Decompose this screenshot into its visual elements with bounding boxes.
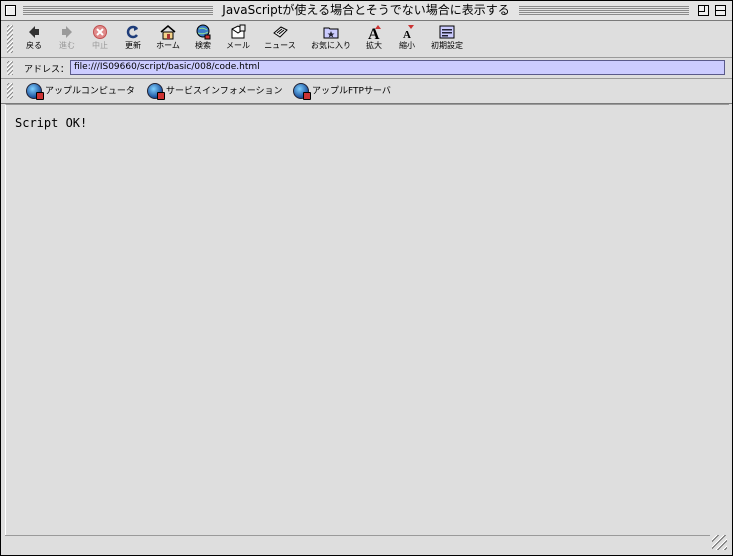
text-smaller-icon: A — [399, 24, 415, 41]
favorites-label: お気に入り — [311, 41, 351, 50]
text-smaller-label: 縮小 — [399, 41, 415, 50]
status-bar — [5, 535, 710, 550]
preferences-label: 初期設定 — [431, 41, 463, 50]
svg-text:A: A — [403, 29, 411, 40]
forward-label: 進む — [59, 41, 75, 50]
forward-button[interactable]: 進む — [51, 24, 83, 52]
home-button[interactable]: ホーム — [152, 24, 184, 52]
preferences-icon — [439, 24, 455, 40]
globe-icon — [293, 83, 311, 100]
address-grip[interactable] — [7, 61, 13, 75]
title-stripes-left — [23, 5, 213, 16]
globe-icon — [26, 83, 44, 100]
text-smaller-button[interactable]: A 縮小 — [391, 24, 423, 52]
close-box[interactable] — [5, 5, 16, 16]
text-larger-button[interactable]: A 拡大 — [358, 24, 390, 52]
preferences-button[interactable]: 初期設定 — [428, 24, 466, 52]
search-label: 検索 — [195, 41, 211, 50]
resize-grip[interactable] — [712, 535, 727, 550]
zoom-box[interactable] — [698, 5, 709, 16]
address-input[interactable] — [70, 60, 725, 75]
back-label: 戻る — [26, 41, 42, 50]
news-button[interactable]: ニュース — [264, 24, 296, 52]
search-globe-icon — [195, 24, 211, 40]
favorites-button[interactable]: お気に入り — [308, 24, 354, 52]
title-bar[interactable]: JavaScriptが使える場合とそうでない場合に表示する — [1, 1, 732, 21]
window-title: JavaScriptが使える場合とそうでない場合に表示する — [222, 3, 510, 17]
mail-icon — [230, 24, 246, 40]
text-larger-icon: A — [366, 24, 382, 43]
favorite-apple-computer[interactable]: アップルコンピュータ — [26, 83, 135, 100]
refresh-label: 更新 — [125, 41, 141, 50]
title-stripes-right — [519, 5, 689, 16]
page-content: Script OK! — [5, 104, 729, 535]
address-bar: アドレス： — [1, 58, 732, 79]
favorites-bar: アップルコンピュータ サービスインフォメーション アップルFTPサーバ — [1, 79, 732, 104]
forward-arrow-icon — [59, 24, 75, 40]
toolbar-grip[interactable] — [7, 25, 13, 53]
mail-button[interactable]: メール — [222, 24, 254, 52]
favorites-grip[interactable] — [7, 83, 13, 99]
browser-window: JavaScriptが使える場合とそうでない場合に表示する 戻る 進む 中止 更… — [0, 0, 733, 556]
stop-label: 中止 — [92, 41, 108, 50]
home-icon — [160, 24, 176, 40]
favorite-apple-ftp-server[interactable]: アップルFTPサーバ — [293, 83, 391, 100]
globe-icon — [147, 83, 165, 100]
refresh-icon — [125, 24, 141, 40]
button-toolbar: 戻る 進む 中止 更新 ホーム 検索 メール ニュース お気に入り A 拡大 A… — [1, 21, 732, 58]
favorite-label: アップルコンピュータ — [45, 86, 135, 97]
back-arrow-icon — [26, 24, 42, 40]
favorite-label: サービスインフォメーション — [166, 86, 283, 97]
back-button[interactable]: 戻る — [18, 24, 50, 52]
home-label: ホーム — [156, 41, 180, 50]
mail-label: メール — [226, 41, 250, 50]
favorite-label: アップルFTPサーバ — [312, 86, 391, 97]
search-button[interactable]: 検索 — [187, 24, 219, 52]
favorites-folder-icon — [323, 24, 339, 40]
favorite-service-information[interactable]: サービスインフォメーション — [147, 83, 283, 100]
refresh-button[interactable]: 更新 — [117, 24, 149, 52]
news-label: ニュース — [264, 41, 296, 50]
stop-icon — [92, 24, 108, 40]
news-icon — [272, 24, 288, 40]
stop-button[interactable]: 中止 — [84, 24, 116, 52]
address-label: アドレス： — [24, 65, 70, 75]
collapse-box[interactable] — [715, 5, 726, 16]
text-larger-label: 拡大 — [366, 41, 382, 50]
page-text: Script OK! — [15, 116, 88, 130]
